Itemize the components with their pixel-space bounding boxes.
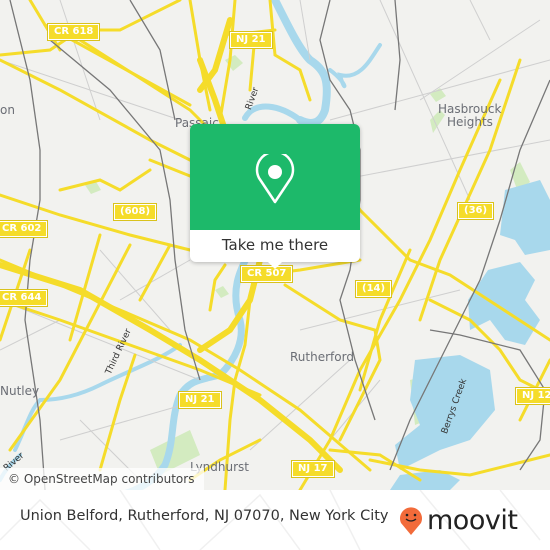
route-shield-14: (14) xyxy=(354,280,393,298)
map-view[interactable]: CR 618 NJ 21 (608) CR 602 CR 644 CR 507 … xyxy=(0,0,550,490)
route-shield-cr618: CR 618 xyxy=(46,23,101,41)
place-label-heights: Heights xyxy=(447,115,493,129)
route-shield-cr644: CR 644 xyxy=(0,289,49,307)
address-text: Union Belford, Rutherford, NJ 07070, New… xyxy=(20,508,389,524)
route-shield-nj21-top: NJ 21 xyxy=(229,31,273,49)
route-shield-nj21-bottom: NJ 21 xyxy=(178,391,222,409)
take-me-there-button[interactable]: Take me there xyxy=(190,230,360,262)
route-shield-nj17: NJ 17 xyxy=(291,460,335,478)
route-shield-nj120: NJ 120 xyxy=(514,387,550,405)
route-shield-608: (608) xyxy=(112,203,158,221)
popup-pointer xyxy=(267,261,283,269)
moovit-pin-icon xyxy=(400,507,422,535)
destination-popup: Take me there xyxy=(190,124,360,269)
place-label-clifton: on xyxy=(0,103,15,117)
popup-header xyxy=(190,124,360,230)
moovit-wordmark: moovit xyxy=(427,504,518,536)
route-shield-cr602: CR 602 xyxy=(0,220,49,238)
location-pin-icon xyxy=(255,154,295,204)
place-label-nutley: Nutley xyxy=(0,384,40,398)
route-shield-36: (36) xyxy=(456,202,495,220)
map-attribution[interactable]: © OpenStreetMap contributors xyxy=(0,468,205,490)
moovit-logo[interactable]: moovit xyxy=(398,502,518,538)
footer-bar: Union Belford, Rutherford, NJ 07070, New… xyxy=(0,490,550,550)
place-label-rutherford: Rutherford xyxy=(290,350,354,364)
